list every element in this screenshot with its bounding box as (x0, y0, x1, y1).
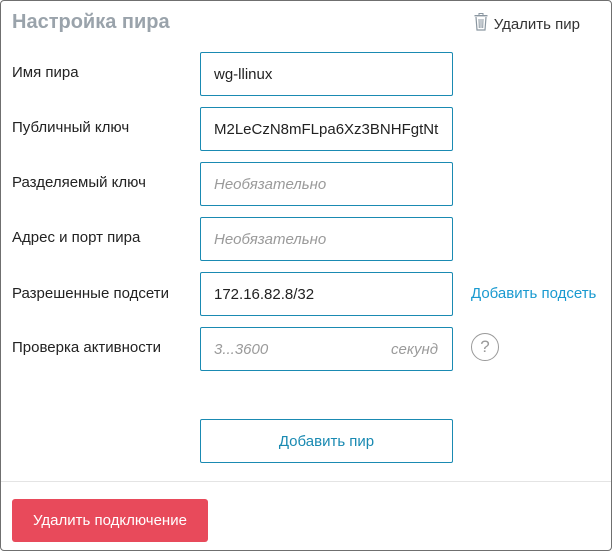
peer-name-input[interactable] (201, 53, 452, 95)
add-peer-button[interactable]: Добавить пир (200, 419, 453, 463)
delete-peer-label: Удалить пир (493, 16, 580, 33)
preshared-key-field[interactable] (200, 162, 453, 206)
preshared-key-input[interactable] (201, 163, 452, 205)
peer-name-field[interactable] (200, 52, 453, 96)
peer-name-label: Имя пира (12, 64, 79, 81)
public-key-label: Публичный ключ (12, 119, 130, 136)
preshared-key-label: Разделяемый ключ (12, 174, 146, 191)
public-key-input[interactable] (201, 108, 452, 150)
trash-icon (474, 13, 488, 36)
endpoint-field[interactable] (200, 217, 453, 261)
allowed-ips-label: Разрешенные подсети (12, 285, 169, 302)
endpoint-label: Адрес и порт пира (12, 229, 141, 246)
allowed-ips-field[interactable] (200, 272, 453, 316)
page-title: Настройка пира (12, 11, 170, 33)
add-subnet-link[interactable]: Добавить подсеть (471, 285, 596, 302)
delete-connection-button[interactable]: Удалить подключение (12, 499, 208, 542)
help-glyph: ? (480, 337, 490, 356)
help-icon[interactable]: ? (471, 333, 499, 361)
keepalive-unit: секунд (391, 341, 438, 358)
delete-peer-button[interactable]: Удалить пир (474, 13, 580, 36)
allowed-ips-input[interactable] (201, 273, 452, 315)
public-key-field[interactable] (200, 107, 453, 151)
divider (1, 481, 611, 482)
endpoint-input[interactable] (201, 218, 452, 260)
keepalive-label: Проверка активности (12, 339, 162, 356)
keepalive-field[interactable]: секунд (200, 327, 453, 371)
peer-settings-panel: Настройка пира Удалить пир Имя пира Публ… (0, 0, 612, 551)
